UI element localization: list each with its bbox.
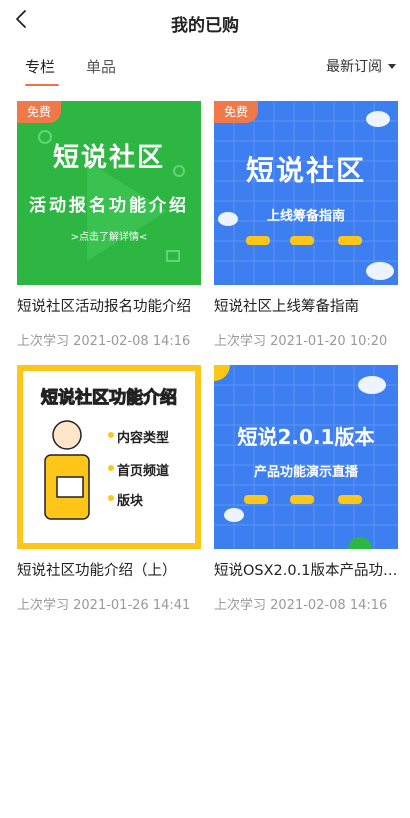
thumb-item: 首页频道 [117,464,170,479]
course-title: 短说社区上线筹备指南 [214,299,359,315]
thumb-subheading: 产品功能演示直播 [253,465,358,480]
thumb-item: 内容类型 [117,431,170,446]
thumb-hint: >点击了解详情< [70,232,148,243]
last-studied-time: 上次学习 2021-01-26 14:41 [17,598,191,613]
sort-dropdown[interactable]: 最新订阅 [326,56,396,76]
thumb-subheading: 上线筹备指南 [266,209,345,224]
course-thumbnail: 免费 短说社区 活动报名功能介绍 >点击了解详情< [17,101,201,285]
thumb-heading: 短说社区 [245,154,366,187]
course-title: 短说社区活动报名功能介绍 [17,299,191,315]
course-thumbnail: 短说社区功能介绍 内容类型 首页频道 版块 [17,365,201,549]
active-tab-indicator [25,84,59,86]
thumb-item: 版块 [117,494,144,509]
course-title: 短说社区功能介绍（上） [17,563,177,579]
tab-single-items[interactable]: 单品 [86,56,116,77]
thumb-heading: 短说2.0.1版本 [237,425,375,449]
free-badge: 免费 [17,101,62,123]
course-card[interactable]: 短说2.0.1版本 产品功能演示直播 短说OSX2.0.1版本产品功能演示直播 … [214,365,398,625]
free-badge: 免费 [214,101,259,123]
tab-bar: 专栏 单品 最新订阅 [0,44,410,88]
last-studied-time: 上次学习 2021-01-20 10:20 [214,334,388,349]
tab-columns[interactable]: 专栏 [25,56,55,77]
course-card[interactable]: 免费 短说社区 活动报名功能介绍 >点击了解详情< 短说社区活动报名功能介绍 上… [17,101,201,361]
page-title: 我的已购 [171,16,239,36]
course-card[interactable]: 短说社区功能介绍 内容类型 首页频道 版块 短说社区功能介绍（上） 上次学习 2… [17,365,201,625]
course-card[interactable]: 免费 短说社区 上线筹备指南 短说社区上线筹备指南 上次学习 2021-01-2… [214,101,398,361]
caret-down-icon [388,63,396,69]
course-thumbnail: 短说2.0.1版本 产品功能演示直播 [214,365,398,549]
last-studied-time: 上次学习 2021-02-08 14:16 [17,334,191,349]
header: 我的已购 [0,0,410,44]
course-thumbnail: 免费 短说社区 上线筹备指南 [214,101,398,285]
thumb-subheading: 活动报名功能介绍 [29,196,189,216]
thumb-heading: 短说社区 [52,143,165,173]
sort-label: 最新订阅 [326,59,382,75]
course-title: 短说OSX2.0.1版本产品功能演示直播 [214,563,398,579]
thumb-heading: 短说社区功能介绍 [41,388,178,409]
last-studied-time: 上次学习 2021-02-08 14:16 [214,598,388,613]
